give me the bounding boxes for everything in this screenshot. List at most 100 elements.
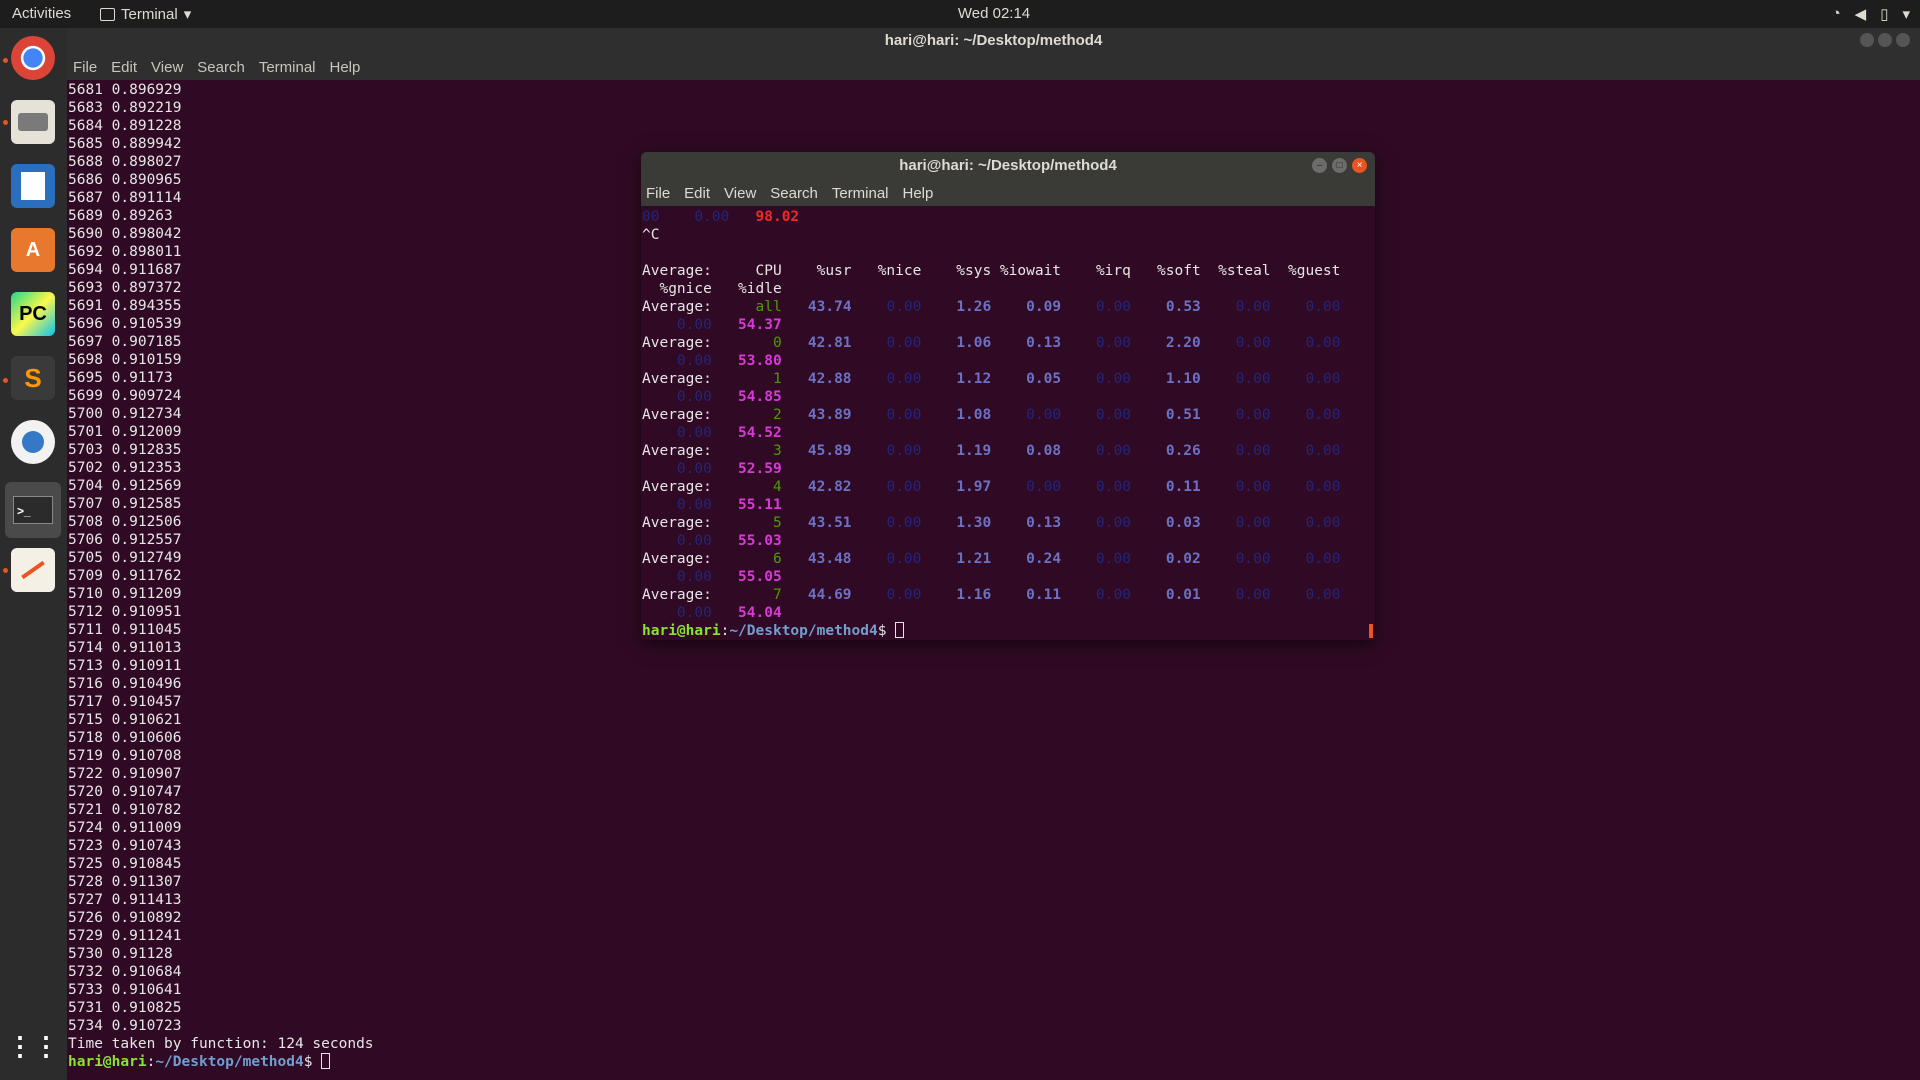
output-line: 5707 0.912585: [68, 496, 182, 512]
output-line: ^C: [642, 227, 660, 243]
cpu-id: 6: [772, 551, 782, 567]
menu-search[interactable]: Search: [770, 185, 818, 202]
output-line: 5711 0.911045: [68, 622, 182, 638]
fg-window-menubar: File Edit View Search Terminal Help: [641, 180, 1375, 206]
menu-search[interactable]: Search: [197, 59, 245, 76]
value-cell: 0.03: [1165, 515, 1201, 531]
value-cell: 0.13: [1026, 335, 1062, 351]
system-tray[interactable]: ◔ ◀ ▯ ▾: [1832, 5, 1910, 23]
value-cell: 0.00: [676, 389, 712, 405]
menu-edit[interactable]: Edit: [684, 185, 710, 202]
bg-window-menubar: File Edit View Search Terminal Help: [67, 54, 1920, 80]
close-icon[interactable]: [1896, 33, 1910, 47]
output-line: 5689 0.89263: [68, 208, 173, 224]
show-applications-icon[interactable]: ⋮⋮: [7, 1024, 59, 1068]
value-cell: 1.12: [956, 371, 992, 387]
pycharm-icon[interactable]: PC: [11, 292, 55, 336]
close-icon[interactable]: ×: [1352, 158, 1367, 173]
menu-view[interactable]: View: [724, 185, 756, 202]
menu-edit[interactable]: Edit: [111, 59, 137, 76]
row-label: Average:: [642, 479, 712, 495]
bg-terminal-output[interactable]: 5681 0.896929 5683 0.892219 5684 0.891228 5…: [68, 81, 374, 1071]
menu-view[interactable]: View: [151, 59, 183, 76]
minimize-icon[interactable]: –: [1312, 158, 1327, 173]
terminal-icon[interactable]: >_: [5, 482, 61, 538]
value-cell: 0.00: [1096, 443, 1131, 459]
value-cell: 0.00: [1305, 407, 1341, 423]
output-line: 5692 0.898011: [68, 244, 182, 260]
output-line: 5694 0.911687: [68, 262, 182, 278]
value-cell: 0.00: [1026, 479, 1062, 495]
menu-terminal[interactable]: Terminal: [259, 59, 316, 76]
value-cell: 42.82: [807, 479, 852, 495]
menu-file[interactable]: File: [646, 185, 670, 202]
menu-terminal[interactable]: Terminal: [832, 185, 889, 202]
table-row: Average: 2 43.89 0.00 1.08 0.00 0.00 0.5…: [642, 406, 1375, 424]
menu-help[interactable]: Help: [903, 185, 934, 202]
output-line: 5699 0.909724: [68, 388, 182, 404]
value-cell: 0.00: [1096, 299, 1131, 315]
menu-help[interactable]: Help: [330, 59, 361, 76]
volume-icon: ◀: [1854, 6, 1867, 23]
output-line: 5715 0.910621: [68, 712, 182, 728]
idle-value: 54.04: [738, 605, 782, 621]
chrome-icon[interactable]: [11, 36, 55, 80]
idle-value: 54.37: [738, 317, 782, 333]
output-line: 5720 0.910747: [68, 784, 182, 800]
cpu-id: all: [755, 299, 782, 315]
idle-value: 53.80: [738, 353, 782, 369]
output-line: 5695 0.91173: [68, 370, 173, 386]
minimize-icon[interactable]: [1860, 33, 1874, 47]
value-cell: 2.20: [1165, 335, 1201, 351]
output-line: 5708 0.912506: [68, 514, 182, 530]
table-row: Average: 3 45.89 0.00 1.19 0.08 0.00 0.2…: [642, 442, 1375, 460]
output-line: 5698 0.910159: [68, 352, 182, 368]
maximize-icon[interactable]: □: [1332, 158, 1347, 173]
bg-window-titlebar[interactable]: hari@hari: ~/Desktop/method4: [67, 28, 1920, 54]
table-row-cont: 0.00 55.05: [642, 568, 1375, 586]
fg-terminal-output[interactable]: 00 0.00 98.02 ^C Average: CPU %usr %nice …: [641, 206, 1375, 640]
running-indicator: [3, 568, 8, 573]
maximize-icon[interactable]: [1878, 33, 1892, 47]
battery-icon: ▯: [1880, 6, 1889, 23]
menu-file[interactable]: File: [73, 59, 97, 76]
sublime-text-icon[interactable]: S: [11, 356, 55, 400]
value-cell: 0.00: [1235, 443, 1271, 459]
value-cell: 42.88: [807, 371, 852, 387]
android-studio-icon[interactable]: [11, 420, 55, 464]
clock[interactable]: Wed 02:14: [0, 5, 1920, 22]
value-cell: 0.00: [1235, 407, 1271, 423]
fg-window-titlebar[interactable]: hari@hari: ~/Desktop/method4 – □ ×: [641, 152, 1375, 180]
value-cell: 0.02: [1165, 551, 1201, 567]
value-cell: 0.13: [1026, 515, 1062, 531]
writer-icon[interactable]: [11, 164, 55, 208]
table-row-cont: 0.00 55.03: [642, 532, 1375, 550]
software-center-icon[interactable]: A: [11, 228, 55, 272]
cursor: [321, 1053, 331, 1069]
text-editor-icon[interactable]: [11, 548, 55, 592]
fg-window-controls: – □ ×: [1312, 158, 1367, 173]
files-icon[interactable]: [11, 100, 55, 144]
